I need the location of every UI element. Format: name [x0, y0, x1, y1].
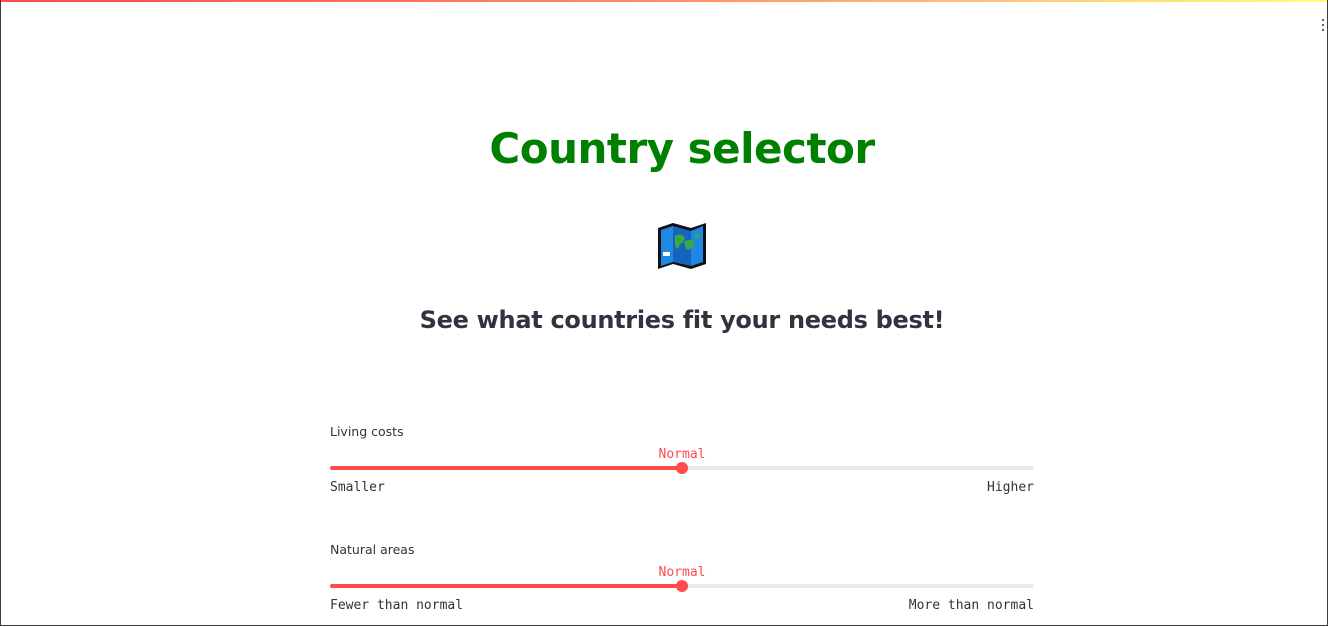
slider-max-label: Higher [987, 480, 1034, 495]
slider-value-label: Normal [658, 447, 706, 462]
menu-dot-icon [1322, 19, 1324, 21]
main-menu-button[interactable] [1319, 19, 1327, 31]
slider-track[interactable] [330, 580, 1034, 592]
menu-dot-icon [1322, 29, 1324, 31]
slider-min-label: Smaller [330, 480, 385, 495]
slider-track[interactable] [330, 462, 1034, 474]
slider-min-label: Fewer than normal [330, 598, 464, 613]
slider-max-label: More than normal [908, 598, 1034, 613]
slider-label: Living costs [330, 424, 404, 439]
slider-value-label: Normal [658, 565, 706, 580]
world-map-icon [658, 223, 706, 269]
slider-thumb[interactable] [676, 462, 688, 474]
page-subtitle: See what countries fit your needs best! [419, 306, 945, 334]
menu-dot-icon [1322, 24, 1324, 26]
header-decoration-bar [1, 0, 1327, 2]
slider-thumb[interactable] [676, 580, 688, 592]
app-frame: Country selector See what countries fit … [0, 0, 1328, 626]
slider-fill [330, 584, 682, 588]
slider-fill [330, 466, 682, 470]
slider-label: Natural areas [330, 542, 415, 557]
page-title: Country selector [489, 124, 875, 173]
